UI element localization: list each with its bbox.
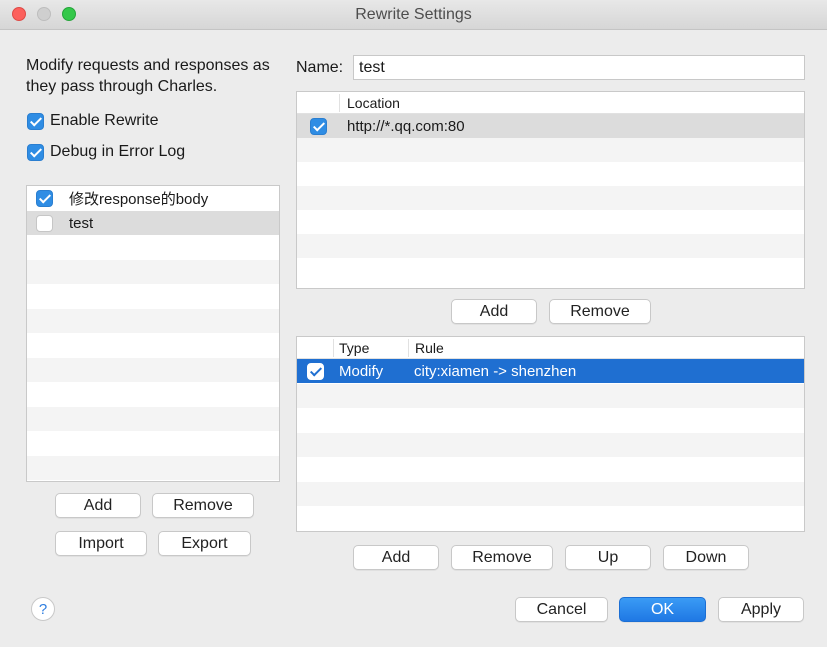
remove-location-button[interactable]: Remove (549, 299, 651, 324)
debug-error-log-label: Debug in Error Log (50, 143, 186, 160)
enable-rewrite-checkbox[interactable] (27, 112, 44, 130)
table-row[interactable]: http://*.qq.com:80 (297, 114, 804, 138)
add-set-button[interactable]: Add (55, 493, 141, 518)
locations-table[interactable]: Location http://*.qq.com:80 (296, 91, 805, 289)
move-rule-down-button[interactable]: Down (663, 545, 749, 570)
cancel-button[interactable]: Cancel (515, 597, 608, 622)
locations-header: Location (297, 92, 804, 114)
remove-set-button[interactable]: Remove (152, 493, 254, 518)
rules-header: Type Rule (297, 337, 804, 359)
set-checkbox[interactable] (36, 190, 53, 207)
add-rule-button[interactable]: Add (353, 545, 439, 570)
location-value: http://*.qq.com:80 (347, 117, 465, 135)
name-input[interactable]: test (353, 55, 805, 80)
rewrite-sets-list[interactable]: 修改response的body test (26, 185, 280, 482)
table-row[interactable]: Modify city:xiamen -> shenzhen (297, 359, 804, 383)
rules-table[interactable]: Type Rule Modify city:xiamen -> shenzhen (296, 336, 805, 532)
export-button[interactable]: Export (158, 531, 251, 556)
rule-column-header[interactable]: Rule (415, 340, 444, 356)
table-stripes (297, 114, 804, 282)
apply-button[interactable]: Apply (718, 597, 804, 622)
rule-type: Modify (339, 362, 384, 380)
set-checkbox[interactable] (36, 214, 53, 232)
window-title: Rewrite Settings (355, 6, 472, 23)
set-name: test (69, 214, 94, 232)
debug-error-log-option[interactable]: Debug in Error Log (27, 143, 185, 161)
location-checkbox[interactable] (310, 117, 327, 135)
description-text: Modify requests and responses as they pa… (26, 57, 270, 95)
rule-value: city:xiamen -> shenzhen (414, 362, 577, 380)
ok-button[interactable]: OK (619, 597, 706, 622)
help-icon[interactable]: ? (31, 597, 55, 621)
location-column-header[interactable]: Location (347, 95, 400, 111)
import-button[interactable]: Import (55, 531, 147, 556)
list-item[interactable]: 修改response的body (27, 186, 279, 211)
name-label: Name: (296, 59, 344, 76)
list-item[interactable]: test (27, 211, 279, 235)
remove-rule-button[interactable]: Remove (451, 545, 553, 570)
title-bar: Rewrite Settings (0, 0, 827, 30)
set-name: 修改response的body (69, 191, 209, 208)
add-location-button[interactable]: Add (451, 299, 537, 324)
enable-rewrite-option[interactable]: Enable Rewrite (27, 112, 159, 130)
table-stripes (297, 359, 804, 531)
move-rule-up-button[interactable]: Up (565, 545, 651, 570)
debug-error-log-checkbox[interactable] (27, 143, 44, 161)
rule-checkbox[interactable] (307, 362, 324, 380)
enable-rewrite-label: Enable Rewrite (50, 112, 159, 129)
type-column-header[interactable]: Type (339, 340, 369, 356)
